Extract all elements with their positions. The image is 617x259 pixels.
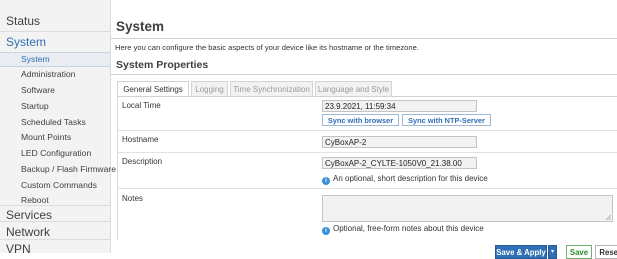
sidebar-item-system[interactable]: System <box>0 34 110 50</box>
resize-grip-icon[interactable] <box>606 215 611 220</box>
local-time-label: Local Time <box>122 101 161 110</box>
notes-label: Notes <box>122 194 143 203</box>
sidebar-subitem-mount-points[interactable]: Mount Points <box>0 131 110 143</box>
sidebar-item-vpn[interactable]: VPN <box>0 241 110 257</box>
description-label: Description <box>122 157 163 166</box>
sidebar-subitem-custom-commands[interactable]: Custom Commands <box>0 179 110 191</box>
save-apply-dropdown-button[interactable]: ▾ <box>548 245 557 259</box>
notes-textarea[interactable] <box>322 195 613 222</box>
row-divider <box>118 188 617 189</box>
tab-language-and-style[interactable]: Language and Style <box>315 81 392 96</box>
tab-general-settings[interactable]: General Settings <box>117 81 189 97</box>
sidebar-divider <box>0 239 110 240</box>
hostname-input[interactable]: CyBoxAP-2 <box>322 136 477 148</box>
general-settings-panel: Local Time 23.9.2021, 11:59:34 Sync with… <box>117 97 617 240</box>
description-input[interactable]: CyBoxAP-2_CYLTE-1050V0_21.38.00 <box>322 157 477 169</box>
sidebar-divider <box>0 31 110 32</box>
description-help: i An optional, short description for this… <box>322 174 488 185</box>
sidebar-subitem-backup-flash-firmware[interactable]: Backup / Flash Firmware <box>0 163 116 175</box>
tab-time-synchronization[interactable]: Time Synchronization <box>230 81 313 96</box>
description-help-text: An optional, short description for this … <box>333 174 488 183</box>
section-divider <box>111 74 617 75</box>
local-time-field: 23.9.2021, 11:59:34 <box>322 100 477 112</box>
title-divider <box>111 38 617 39</box>
info-icon: i <box>322 177 330 185</box>
notes-help: i Optional, free-form notes about this de… <box>322 224 484 235</box>
section-title: System Properties <box>116 59 209 71</box>
sidebar-subitem-system[interactable]: System <box>0 52 110 67</box>
sidebar-subitem-software[interactable]: Software <box>0 84 110 96</box>
page-description: Here you can configure the basic aspects… <box>115 43 419 52</box>
sidebar-divider <box>0 221 110 222</box>
row-divider <box>118 152 617 153</box>
sidebar-subitem-scheduled-tasks[interactable]: Scheduled Tasks <box>0 116 110 128</box>
notes-help-text: Optional, free-form notes about this dev… <box>333 224 484 233</box>
hostname-label: Hostname <box>122 135 159 144</box>
save-and-apply-button[interactable]: Save & Apply <box>495 245 547 259</box>
info-icon: i <box>322 227 330 235</box>
sidebar-divider <box>0 205 110 206</box>
sidebar-item-status[interactable]: Status <box>0 13 110 29</box>
sidebar-subitem-startup[interactable]: Startup <box>0 100 110 112</box>
page-title: System <box>116 19 165 34</box>
main-content: System Here you can configure the basic … <box>111 0 617 253</box>
sync-with-ntp-server-button[interactable]: Sync with NTP-Server <box>402 114 491 126</box>
row-divider <box>118 130 617 131</box>
sidebar-item-network[interactable]: Network <box>0 224 110 240</box>
sidebar-subitem-led-configuration[interactable]: LED Configuration <box>0 147 110 159</box>
tab-logging[interactable]: Logging <box>191 81 228 96</box>
sidebar-subitem-administration[interactable]: Administration <box>0 68 110 80</box>
sidebar: Status System System Administration Soft… <box>0 0 116 256</box>
sync-with-browser-button[interactable]: Sync with browser <box>322 114 399 126</box>
reset-button[interactable]: Reset <box>595 245 617 259</box>
save-button[interactable]: Save <box>566 245 592 259</box>
